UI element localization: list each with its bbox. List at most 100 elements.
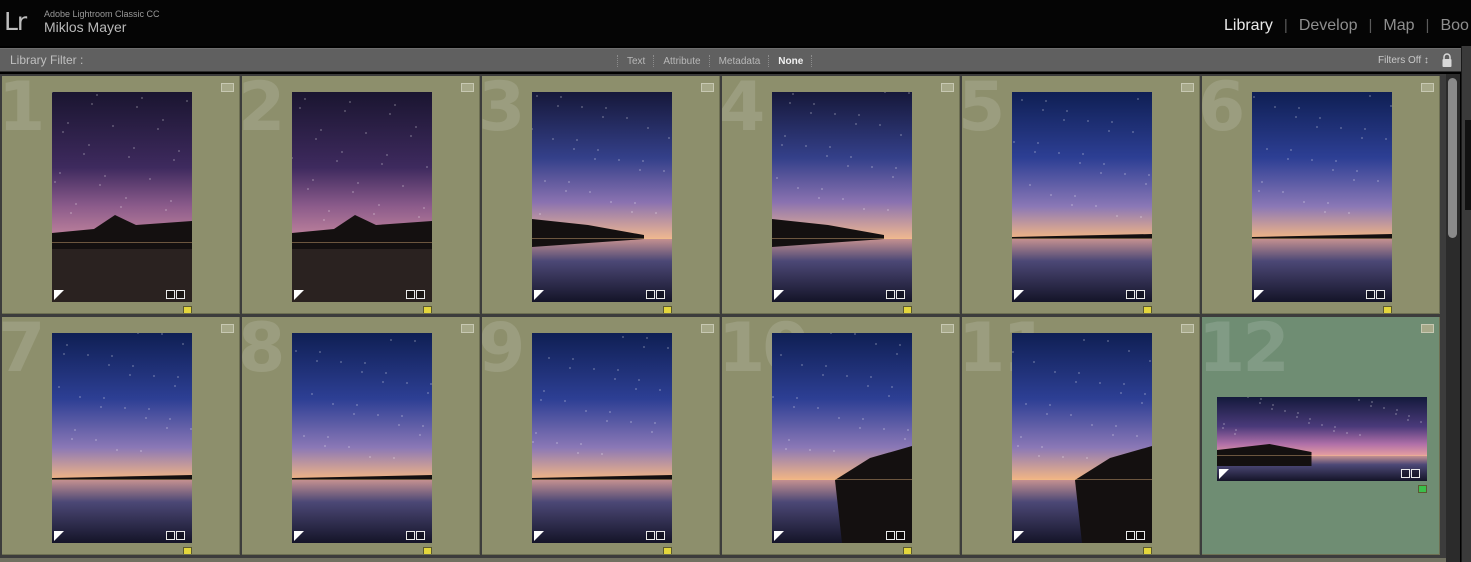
keyword-tag-icon[interactable] bbox=[886, 290, 895, 299]
grid-cell[interactable]: 8 bbox=[242, 317, 480, 555]
keyword-tag-icon[interactable] bbox=[1366, 290, 1375, 299]
keyword-tag-icon[interactable] bbox=[406, 290, 415, 299]
photo-thumbnail[interactable] bbox=[532, 92, 672, 302]
flag-corner-icon bbox=[54, 290, 64, 300]
module-separator: | bbox=[1283, 17, 1288, 34]
develop-adjustment-icon[interactable] bbox=[896, 531, 905, 540]
photo-thumbnail[interactable] bbox=[52, 333, 192, 543]
color-label-yellow bbox=[663, 306, 672, 313]
thumbnail-badges bbox=[886, 531, 905, 540]
flag-corner-icon bbox=[1219, 469, 1229, 479]
photo-thumbnail[interactable] bbox=[292, 333, 432, 543]
grid-cell[interactable]: 10 bbox=[722, 317, 960, 555]
grid-scrollbar[interactable] bbox=[1446, 74, 1460, 562]
quick-collection-badge[interactable] bbox=[1421, 83, 1434, 92]
quick-collection-badge[interactable] bbox=[941, 324, 954, 333]
lock-icon[interactable] bbox=[1441, 53, 1453, 68]
flag-corner-icon bbox=[54, 531, 64, 541]
keyword-tag-icon[interactable] bbox=[166, 531, 175, 540]
flag-corner-icon bbox=[774, 531, 784, 541]
keyword-tag-icon[interactable] bbox=[886, 531, 895, 540]
grid-cell[interactable]: 4 bbox=[722, 76, 960, 314]
flag-corner-icon bbox=[1014, 290, 1024, 300]
quick-collection-badge[interactable] bbox=[1181, 83, 1194, 92]
thumbnail-badges bbox=[886, 290, 905, 299]
develop-adjustment-icon[interactable] bbox=[656, 531, 665, 540]
photo-thumbnail[interactable] bbox=[1012, 333, 1152, 543]
grid-cell[interactable]: 11 bbox=[962, 317, 1200, 555]
keyword-tag-icon[interactable] bbox=[1401, 469, 1410, 478]
develop-adjustment-icon[interactable] bbox=[176, 290, 185, 299]
cell-index-number: 6 bbox=[1202, 76, 1245, 147]
develop-adjustment-icon[interactable] bbox=[1411, 469, 1420, 478]
quick-collection-badge[interactable] bbox=[1421, 324, 1434, 333]
filter-preset-dropdown[interactable]: Filters Off ↕ bbox=[1378, 55, 1429, 66]
filter-attribute[interactable]: Attribute bbox=[655, 56, 708, 67]
module-book[interactable]: Boo bbox=[1440, 17, 1468, 34]
quick-collection-badge[interactable] bbox=[701, 83, 714, 92]
grid-cell[interactable]: 1 bbox=[2, 76, 240, 314]
photo-thumbnail[interactable] bbox=[532, 333, 672, 543]
develop-adjustment-icon[interactable] bbox=[176, 531, 185, 540]
grid-cell[interactable]: 12 bbox=[1202, 317, 1440, 555]
module-library[interactable]: Library bbox=[1224, 17, 1273, 34]
color-label-yellow bbox=[1143, 306, 1152, 313]
keyword-tag-icon[interactable] bbox=[1126, 531, 1135, 540]
grid-cell[interactable]: 3 bbox=[482, 76, 720, 314]
filter-none[interactable]: None bbox=[770, 56, 811, 67]
develop-adjustment-icon[interactable] bbox=[656, 290, 665, 299]
filter-text[interactable]: Text bbox=[619, 56, 653, 67]
quick-collection-badge[interactable] bbox=[941, 83, 954, 92]
keyword-tag-icon[interactable] bbox=[646, 290, 655, 299]
develop-adjustment-icon[interactable] bbox=[416, 290, 425, 299]
grid-cell[interactable]: 6 bbox=[1202, 76, 1440, 314]
lr-logo: Lr bbox=[4, 7, 27, 36]
grid-cell[interactable]: 7 bbox=[2, 317, 240, 555]
photo-thumbnail[interactable] bbox=[292, 92, 432, 302]
thumbnail-badges bbox=[406, 531, 425, 540]
thumbnail-badges bbox=[646, 531, 665, 540]
module-map[interactable]: Map bbox=[1383, 17, 1414, 34]
photo-thumbnail[interactable] bbox=[1217, 397, 1427, 481]
filter-metadata[interactable]: Metadata bbox=[711, 56, 769, 67]
quick-collection-badge[interactable] bbox=[461, 83, 474, 92]
photo-thumbnail[interactable] bbox=[772, 333, 912, 543]
develop-adjustment-icon[interactable] bbox=[1376, 290, 1385, 299]
photo-thumbnail[interactable] bbox=[1012, 92, 1152, 302]
thumbnail-badges bbox=[1126, 531, 1145, 540]
quick-collection-badge[interactable] bbox=[461, 324, 474, 333]
library-filter-bar: Library Filter : Text Attribute Metadata No… bbox=[0, 48, 1461, 72]
module-develop[interactable]: Develop bbox=[1299, 17, 1358, 34]
color-label-yellow bbox=[423, 547, 432, 554]
develop-adjustment-icon[interactable] bbox=[896, 290, 905, 299]
color-label-yellow bbox=[423, 306, 432, 313]
thumbnail-badges bbox=[406, 290, 425, 299]
develop-adjustment-icon[interactable] bbox=[1136, 531, 1145, 540]
cell-index-number: 9 bbox=[482, 317, 525, 388]
scroll-thumb[interactable] bbox=[1448, 78, 1457, 238]
quick-collection-badge[interactable] bbox=[1181, 324, 1194, 333]
grid-cell[interactable]: 2 bbox=[242, 76, 480, 314]
product-name: Adobe Lightroom Classic CC bbox=[44, 9, 160, 19]
filter-divider bbox=[811, 55, 813, 67]
color-label-yellow bbox=[1143, 547, 1152, 554]
photo-thumbnail[interactable] bbox=[1252, 92, 1392, 302]
develop-adjustment-icon[interactable] bbox=[1136, 290, 1145, 299]
keyword-tag-icon[interactable] bbox=[646, 531, 655, 540]
keyword-tag-icon[interactable] bbox=[406, 531, 415, 540]
cell-index-number: 5 bbox=[962, 76, 1005, 147]
keyword-tag-icon[interactable] bbox=[166, 290, 175, 299]
flag-corner-icon bbox=[774, 290, 784, 300]
grid-cell[interactable]: 9 bbox=[482, 317, 720, 555]
quick-collection-badge[interactable] bbox=[701, 324, 714, 333]
module-separator: | bbox=[1425, 17, 1430, 34]
photo-thumbnail[interactable] bbox=[772, 92, 912, 302]
quick-collection-badge[interactable] bbox=[221, 324, 234, 333]
photo-thumbnail[interactable] bbox=[52, 92, 192, 302]
develop-adjustment-icon[interactable] bbox=[416, 531, 425, 540]
grid-cell[interactable]: 5 bbox=[962, 76, 1200, 314]
keyword-tag-icon[interactable] bbox=[1126, 290, 1135, 299]
quick-collection-badge[interactable] bbox=[221, 83, 234, 92]
color-label-yellow bbox=[183, 306, 192, 313]
thumbnail-badges bbox=[166, 531, 185, 540]
